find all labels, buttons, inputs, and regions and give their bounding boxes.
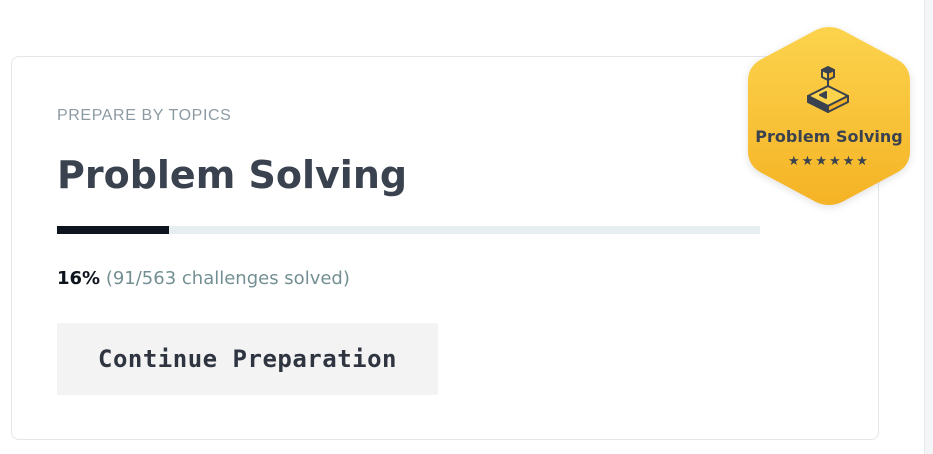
problem-solving-badge[interactable]: Problem Solving ★★★★★★ <box>744 24 914 208</box>
progress-text: 16% (91/563 challenges solved) <box>57 268 350 289</box>
page-scrollbar[interactable] <box>924 0 933 454</box>
badge-stars: ★★★★★★ <box>788 154 870 169</box>
card-eyebrow: PREPARE BY TOPICS <box>57 107 232 124</box>
badge-hexagon-shape <box>748 27 910 205</box>
card-title: Problem Solving <box>57 153 408 197</box>
progress-detail: (91/563 challenges solved) <box>100 268 350 289</box>
cube-on-platform-icon <box>807 66 849 113</box>
progress-percent: 16% <box>57 268 101 289</box>
progress-bar-fill <box>57 226 170 234</box>
continue-preparation-button[interactable]: Continue Preparation <box>57 323 438 395</box>
page: PREPARE BY TOPICS Problem Solving 16% (9… <box>0 0 933 454</box>
progress-bar <box>57 226 760 234</box>
badge-label: Problem Solving <box>755 127 903 146</box>
